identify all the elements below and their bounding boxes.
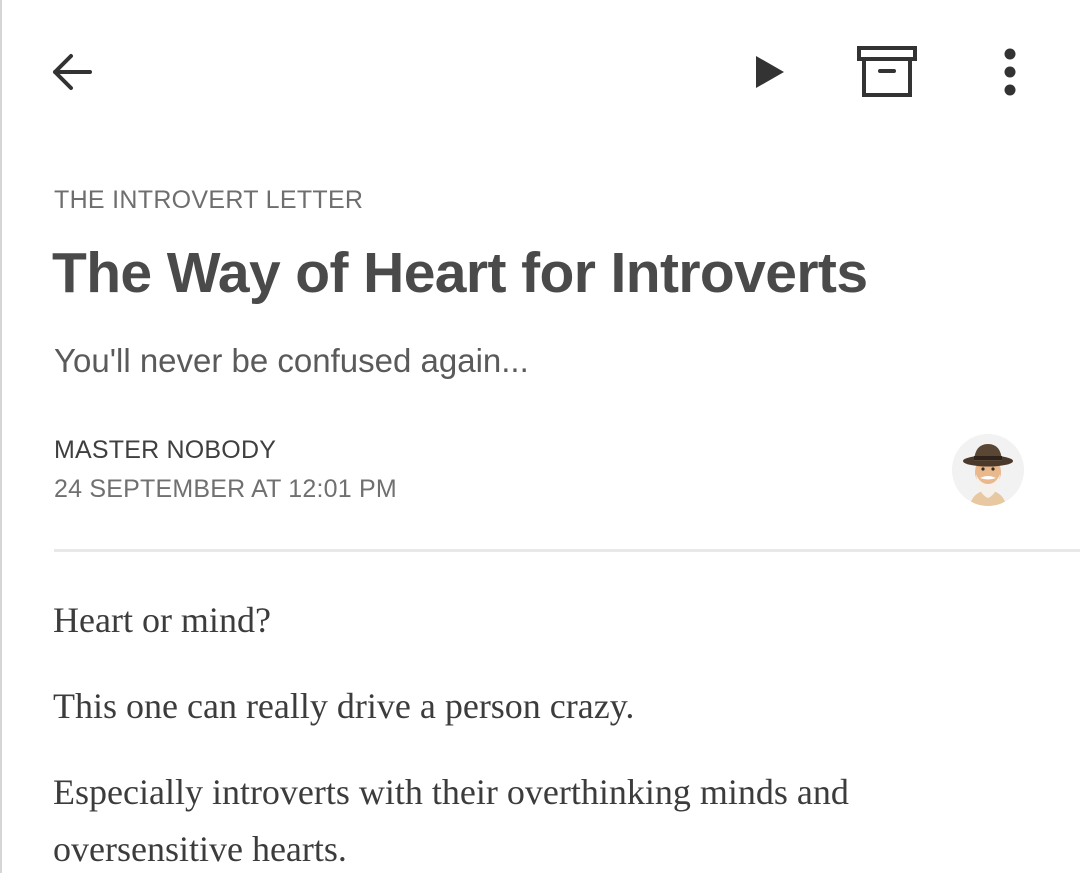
play-icon: [756, 56, 784, 88]
archive-box-icon: [857, 46, 917, 97]
back-button[interactable]: [40, 42, 104, 102]
post-title: The Way of Heart for Introverts: [52, 241, 868, 305]
post-date: 24 SEPTEMBER AT 12:01 PM: [54, 475, 397, 503]
article-paragraph: This one can really drive a person crazy…: [53, 686, 635, 726]
article-paragraph: Heart or mind?: [53, 600, 271, 640]
article-paragraph: Especially introverts with their overthi…: [53, 772, 849, 869]
arrow-left-icon: [53, 54, 92, 90]
top-toolbar: [0, 0, 1080, 140]
author-avatar[interactable]: [952, 434, 1024, 506]
more-options-button[interactable]: [980, 40, 1040, 104]
author-name[interactable]: MASTER NOBODY: [54, 436, 276, 465]
avatar-portrait-icon: [952, 434, 1024, 506]
play-audio-button[interactable]: [738, 42, 802, 102]
header-divider: [54, 549, 1080, 552]
post-subtitle: You'll never be confused again...: [54, 342, 529, 379]
archive-button[interactable]: [852, 40, 922, 104]
publication-name[interactable]: THE INTROVERT LETTER: [54, 186, 363, 215]
more-vertical-icon: [1004, 48, 1016, 96]
